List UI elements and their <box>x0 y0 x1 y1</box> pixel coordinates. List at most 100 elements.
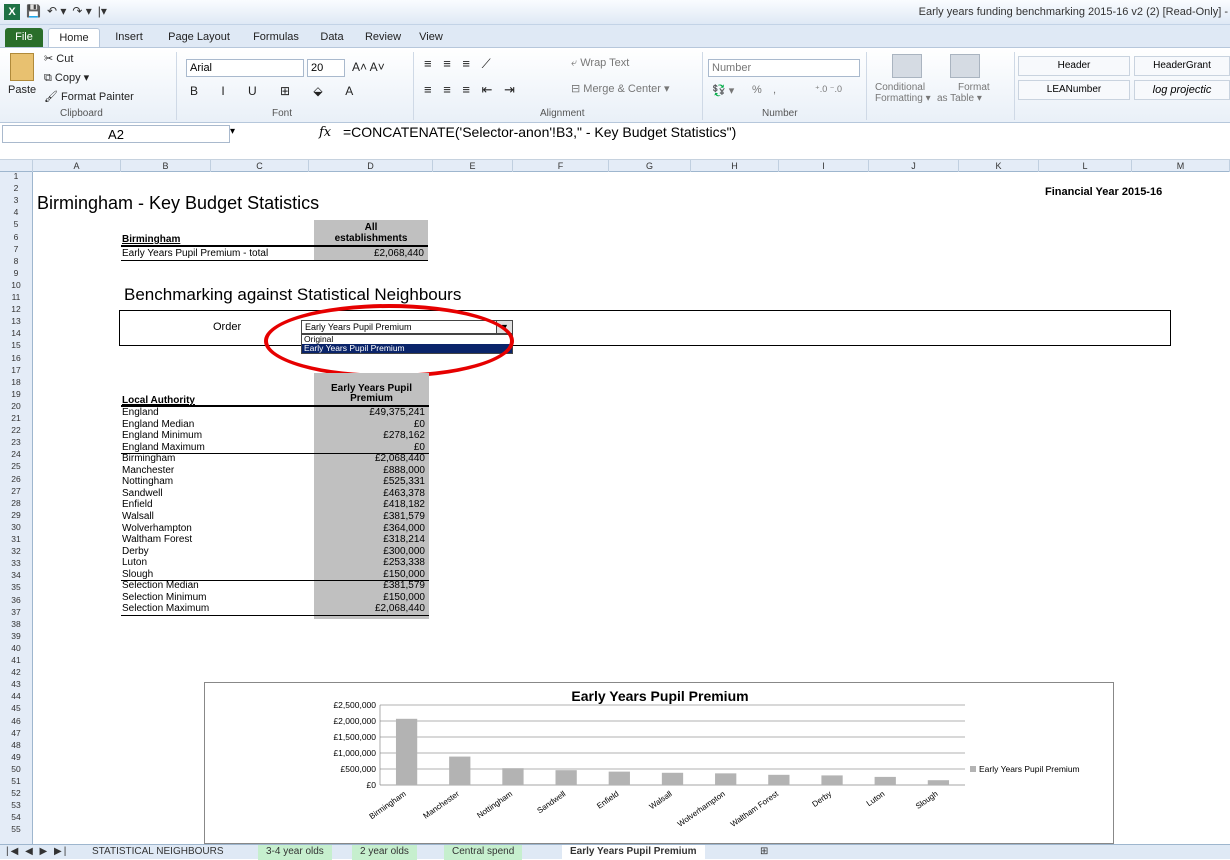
row-header-43[interactable]: 43 <box>0 680 32 689</box>
grow-font-icon[interactable]: A˄ A˅ <box>352 60 385 74</box>
font-size-select[interactable]: 20 <box>307 59 345 77</box>
row-header-34[interactable]: 34 <box>0 571 32 580</box>
conditional-formatting-caret[interactable]: Formatting ▾ <box>875 93 931 104</box>
column-header-f[interactable]: F <box>513 160 609 172</box>
row-header-19[interactable]: 19 <box>0 390 32 399</box>
undo-icon[interactable]: ↶ ▾ <box>47 4 66 20</box>
sheet-tab-3-4-year-olds[interactable]: 3-4 year olds <box>258 845 332 860</box>
row-header-1[interactable]: 1 <box>0 172 32 181</box>
row-header-6[interactable]: 6 <box>0 232 32 241</box>
row-header-15[interactable]: 15 <box>0 341 32 350</box>
sheet-tab-central-spend[interactable]: Central spend <box>444 845 523 860</box>
format-painter-button[interactable]: 🖌 Format Painter <box>44 90 134 103</box>
row-header-29[interactable]: 29 <box>0 511 32 520</box>
row-header-20[interactable]: 20 <box>0 402 32 411</box>
row-header-53[interactable]: 53 <box>0 801 32 810</box>
row-header-40[interactable]: 40 <box>0 644 32 653</box>
row-header-23[interactable]: 23 <box>0 438 32 447</box>
row-header-51[interactable]: 51 <box>0 777 32 786</box>
row-header-26[interactable]: 26 <box>0 474 32 483</box>
row-header-10[interactable]: 10 <box>0 281 32 290</box>
row-header-17[interactable]: 17 <box>0 365 32 374</box>
sheet-nav-arrows[interactable]: |◀ ◀ ▶ ▶| <box>6 845 68 860</box>
copy-button[interactable]: ⧉ Copy ▾ <box>44 71 89 85</box>
row-header-48[interactable]: 48 <box>0 740 32 749</box>
cell-style-header[interactable]: Header <box>1018 56 1130 76</box>
row-header-38[interactable]: 38 <box>0 619 32 628</box>
cell-style-log-projection[interactable]: log projectic <box>1134 80 1230 100</box>
column-header-c[interactable]: C <box>211 160 309 172</box>
row-header-3[interactable]: 3 <box>0 196 32 205</box>
row-header-42[interactable]: 42 <box>0 668 32 677</box>
function-icon[interactable]: fx <box>319 125 331 140</box>
name-box-dropdown-icon[interactable]: ▾ <box>230 126 235 137</box>
column-header-j[interactable]: J <box>869 160 959 172</box>
row-header-37[interactable]: 37 <box>0 607 32 616</box>
row-header-12[interactable]: 12 <box>0 305 32 314</box>
vertical-align-icons[interactable]: ≡ ≡ ≡ ⟋ <box>424 56 495 72</box>
column-header-k[interactable]: K <box>959 160 1039 172</box>
column-header-i[interactable]: I <box>779 160 869 172</box>
row-header-41[interactable]: 41 <box>0 656 32 665</box>
row-header-21[interactable]: 21 <box>0 414 32 423</box>
column-header-l[interactable]: L <box>1039 160 1132 172</box>
tab-insert[interactable]: Insert <box>104 28 154 47</box>
cut-button[interactable]: ✂ Cut <box>44 52 73 65</box>
row-header-39[interactable]: 39 <box>0 632 32 641</box>
row-header-24[interactable]: 24 <box>0 450 32 459</box>
paste-button[interactable]: Paste <box>8 84 36 96</box>
column-header-h[interactable]: H <box>691 160 779 172</box>
horizontal-align-icons[interactable]: ≡ ≡ ≡ ⇤ ⇥ <box>424 82 519 98</box>
row-header-18[interactable]: 18 <box>0 377 32 386</box>
customize-qat-icon[interactable]: |▾ <box>98 4 107 20</box>
row-header-4[interactable]: 4 <box>0 208 32 217</box>
formula-input[interactable]: =CONCATENATE('Selector-anon'!B3," - Key … <box>343 124 736 140</box>
row-header-49[interactable]: 49 <box>0 753 32 762</box>
row-header-22[interactable]: 22 <box>0 426 32 435</box>
decimal-icons[interactable]: ⁺.0 ⁻.0 <box>815 84 842 95</box>
number-format-select[interactable]: Number <box>708 59 860 77</box>
row-header-33[interactable]: 33 <box>0 559 32 568</box>
tab-home[interactable]: Home <box>48 28 100 47</box>
comma-style-button[interactable]: , <box>773 84 776 96</box>
row-header-13[interactable]: 13 <box>0 317 32 326</box>
name-box[interactable]: A2 <box>2 125 230 143</box>
column-header-e[interactable]: E <box>433 160 513 172</box>
row-header-31[interactable]: 31 <box>0 535 32 544</box>
tab-view[interactable]: View <box>412 28 450 47</box>
cell-style-headergrant[interactable]: HeaderGrant <box>1134 56 1230 76</box>
row-header-14[interactable]: 14 <box>0 329 32 338</box>
row-header-28[interactable]: 28 <box>0 498 32 507</box>
row-header-52[interactable]: 52 <box>0 789 32 798</box>
save-icon[interactable]: 💾 <box>26 4 41 20</box>
redo-icon[interactable]: ↷ ▾ <box>72 4 91 20</box>
row-header-25[interactable]: 25 <box>0 462 32 471</box>
conditional-formatting-button[interactable]: Conditional <box>875 82 925 93</box>
cell-style-leanumber[interactable]: LEANumber <box>1018 80 1130 100</box>
row-header-32[interactable]: 32 <box>0 547 32 556</box>
chart-area[interactable]: Early Years Pupil Premium £2,500,000 £2,00… <box>204 682 1114 844</box>
insert-sheet-icon[interactable]: ⊞ <box>760 845 768 860</box>
merge-center-button[interactable]: ⊟ Merge & Center ▾ <box>571 82 670 95</box>
row-header-50[interactable]: 50 <box>0 765 32 774</box>
worksheet[interactable]: Birmingham - Key Budget Statistics Finan… <box>33 172 1230 844</box>
wrap-text-button[interactable]: ⤶ Wrap Text <box>571 57 629 70</box>
column-header-b[interactable]: B <box>121 160 211 172</box>
row-header-2[interactable]: 2 <box>0 184 32 193</box>
row-header-46[interactable]: 46 <box>0 716 32 725</box>
sheet-tab-statistical-neighbours[interactable]: STATISTICAL NEIGHBOURS <box>84 845 232 860</box>
row-header-11[interactable]: 11 <box>0 293 32 302</box>
accounting-format-icon[interactable]: 💱 ▾ <box>712 84 734 97</box>
row-header-5[interactable]: 5 <box>0 220 32 229</box>
row-header-47[interactable]: 47 <box>0 728 32 737</box>
percent-style-button[interactable]: % <box>752 84 762 96</box>
conditional-formatting-icon[interactable] <box>892 54 922 78</box>
sheet-tab-2-year-olds[interactable]: 2 year olds <box>352 845 417 860</box>
sheet-tab-early-years-pupil-premium[interactable]: Early Years Pupil Premium <box>562 845 705 860</box>
format-as-table-button[interactable]: Format <box>958 82 990 93</box>
column-header-g[interactable]: G <box>609 160 691 172</box>
column-header-a[interactable]: A <box>33 160 121 172</box>
format-as-table-caret[interactable]: as Table ▾ <box>937 93 982 104</box>
row-header-55[interactable]: 55 <box>0 825 32 834</box>
paste-icon[interactable] <box>10 53 34 81</box>
